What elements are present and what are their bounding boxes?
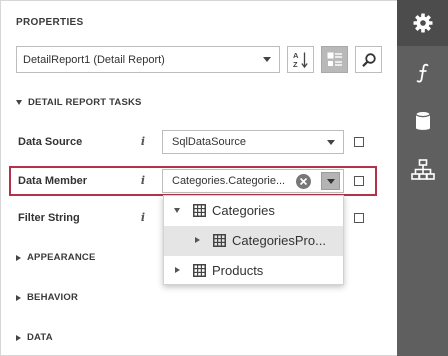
expressions-tab[interactable] (397, 50, 448, 96)
function-icon (416, 63, 428, 83)
expand-icon[interactable] (195, 237, 200, 243)
filter-string-checkbox[interactable] (354, 213, 364, 223)
properties-panel: PROPERTIES DetailReport1 (Detail Report)… (0, 0, 448, 356)
info-icon[interactable]: i (134, 174, 152, 187)
table-icon (193, 204, 206, 217)
property-label: Data Source (18, 136, 83, 148)
info-icon[interactable]: i (134, 211, 152, 224)
section-data[interactable]: DATA (16, 332, 53, 343)
component-select-value: DetailReport1 (Detail Report) (23, 53, 165, 66)
property-row-data-member: Data Member i Categories.Categorie... (9, 166, 377, 196)
dropdown-button[interactable] (321, 172, 340, 190)
search-button[interactable] (355, 46, 382, 73)
component-select[interactable]: DetailReport1 (Detail Report) (16, 46, 280, 73)
property-label: Data Member (18, 175, 88, 187)
expand-icon (16, 294, 21, 301)
section-label: DATA (27, 332, 53, 343)
chevron-down-icon (327, 140, 335, 145)
table-icon (193, 264, 206, 277)
categorized-view-icon (327, 52, 342, 66)
collapse-icon (16, 100, 22, 105)
tree-item-categories[interactable]: Categories (164, 196, 343, 226)
table-icon (213, 234, 226, 247)
field-list-tab[interactable] (397, 98, 448, 144)
data-member-dropdown: Categories CategoriesPro... Products (163, 195, 344, 285)
expand-icon (16, 334, 21, 341)
close-icon (299, 177, 308, 186)
expand-icon (16, 254, 21, 261)
property-label: Filter String (18, 212, 80, 224)
data-source-checkbox[interactable] (354, 137, 364, 147)
section-behavior[interactable]: BEHAVIOR (16, 292, 78, 303)
svg-text:A: A (293, 51, 299, 60)
info-icon[interactable]: i (134, 135, 152, 148)
section-label: DETAIL REPORT TASKS (28, 97, 142, 108)
data-source-select[interactable]: SqlDataSource (162, 130, 344, 154)
expand-icon[interactable] (175, 267, 180, 273)
data-member-value: Categories.Categorie... (172, 175, 286, 187)
clear-button[interactable] (296, 174, 311, 189)
tree-item-label: Products (212, 263, 264, 278)
section-detail-report-tasks[interactable]: DETAIL REPORT TASKS (16, 97, 142, 108)
chevron-down-icon (327, 179, 335, 184)
side-toolbar (397, 0, 448, 356)
tree-item-label: CategoriesPro... (232, 233, 326, 248)
collapse-icon[interactable] (174, 208, 180, 213)
data-member-input[interactable]: Categories.Categorie... (162, 169, 344, 193)
database-icon (414, 110, 431, 130)
property-row-data-source: Data Source i SqlDataSource (9, 127, 377, 157)
gear-icon (413, 13, 432, 33)
tree-item-label: Categories (212, 203, 275, 218)
report-explorer-tab[interactable] (397, 147, 448, 193)
data-member-checkbox[interactable] (354, 176, 364, 186)
tree-item-categories-products[interactable]: CategoriesPro... (164, 226, 343, 256)
panel-title: PROPERTIES (16, 17, 84, 28)
categorized-view-button[interactable] (321, 46, 348, 73)
section-label: BEHAVIOR (27, 292, 79, 303)
hierarchy-icon (410, 159, 435, 180)
tree-item-products[interactable]: Products (164, 256, 343, 286)
svg-text:Z: Z (293, 60, 298, 69)
properties-tab[interactable] (397, 0, 448, 46)
sort-alphabetical-button[interactable]: A Z (287, 46, 314, 73)
section-appearance[interactable]: APPEARANCE (16, 252, 96, 263)
sort-alphabetical-icon: A Z (293, 51, 308, 69)
data-source-value: SqlDataSource (172, 136, 246, 148)
chevron-down-icon (263, 57, 271, 62)
section-label: APPEARANCE (27, 252, 96, 263)
search-icon (361, 52, 376, 67)
